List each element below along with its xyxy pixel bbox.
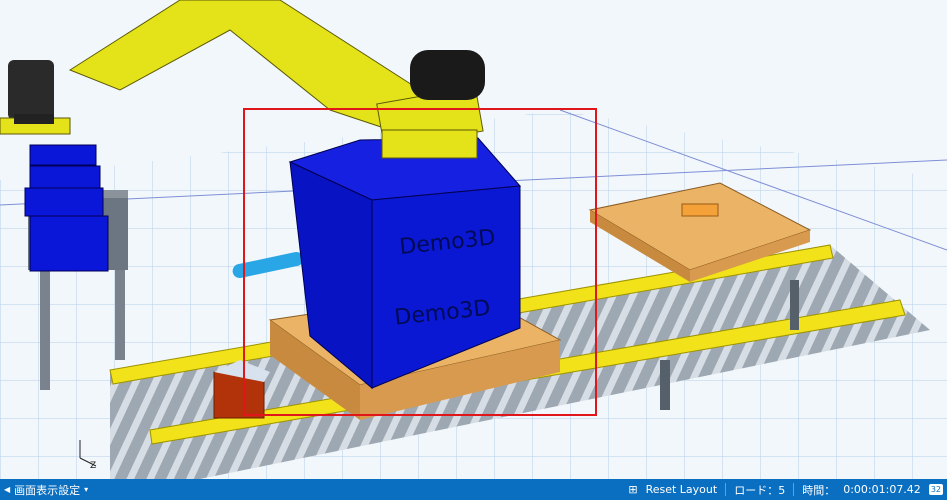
load-count: ロード：5 bbox=[734, 483, 786, 497]
corner-badge: 32 bbox=[928, 484, 943, 495]
time-value: 0:00:01:07.42 bbox=[843, 483, 921, 496]
separator bbox=[725, 483, 727, 496]
chevron-down-icon[interactable]: ▾ bbox=[84, 485, 88, 494]
status-bar: ◀ 画面表示設定 ▾ ⊞ Reset Layout ロード：5 時間： 0:00… bbox=[0, 479, 947, 500]
sensor-box[interactable] bbox=[213, 360, 270, 419]
grid-layout-icon[interactable]: ⊞ bbox=[628, 483, 637, 496]
display-settings-button[interactable]: 画面表示設定 bbox=[14, 482, 80, 498]
separator bbox=[793, 483, 795, 496]
3d-viewport[interactable]: Demo3D Demo3D Z bbox=[0, 0, 947, 479]
menu-triangle-icon[interactable]: ◀ bbox=[4, 485, 10, 494]
scene: Demo3D Demo3D Z bbox=[0, 0, 947, 479]
reset-layout-button[interactable]: Reset Layout bbox=[646, 483, 718, 496]
time-label: 時間： bbox=[802, 483, 836, 497]
svg-text:Z: Z bbox=[90, 461, 96, 471]
